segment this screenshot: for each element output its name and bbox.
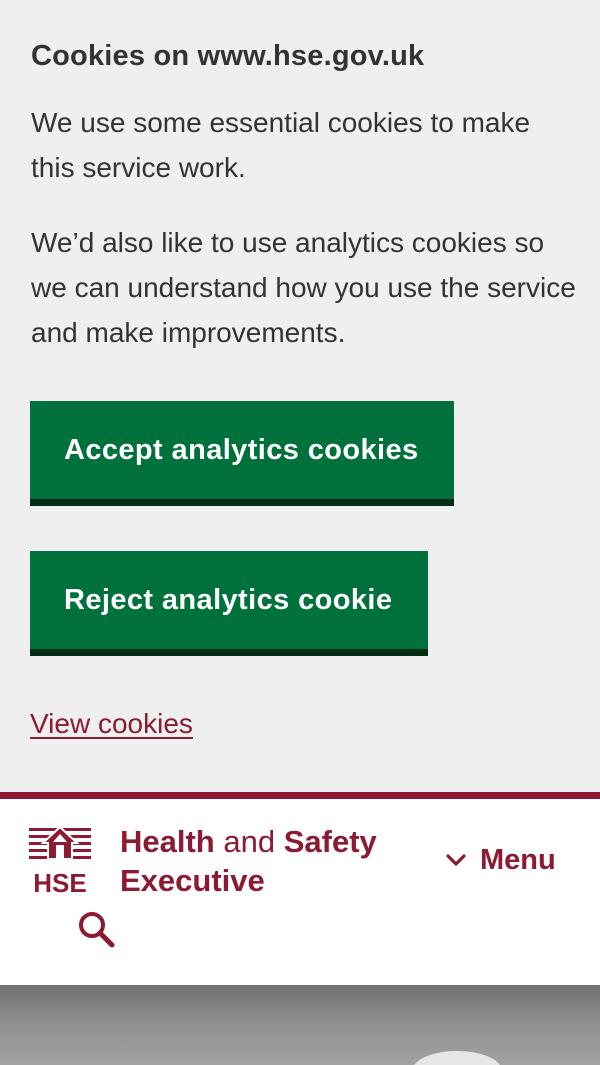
hero-image	[0, 985, 600, 1065]
organisation-name[interactable]: Health and Safety Executive	[120, 822, 377, 900]
menu-label: Menu	[480, 843, 556, 876]
reject-analytics-cookies-button[interactable]: Reject analytics cookie	[30, 551, 428, 649]
logo-mark-text: HSE	[33, 868, 86, 894]
hse-logo-icon[interactable]: HSE	[29, 826, 95, 894]
cookie-banner: Cookies on www.hse.gov.uk We use some es…	[0, 0, 600, 794]
accept-analytics-cookies-button[interactable]: Accept analytics cookies	[30, 401, 454, 499]
hero-image-figure	[412, 1051, 502, 1065]
chevron-down-icon	[446, 854, 466, 866]
cookie-banner-essential-text: We use some essential cookies to make th…	[31, 107, 531, 183]
search-icon	[79, 912, 115, 948]
org-name-executive: Executive	[120, 863, 265, 898]
org-name-health: Health	[120, 824, 215, 859]
brand-bar	[0, 792, 600, 799]
view-cookies-link[interactable]: View cookies	[30, 708, 193, 740]
cookie-banner-analytics-text: We’d also like to use analytics cookies …	[31, 227, 576, 348]
search-button[interactable]	[76, 909, 118, 951]
cookie-banner-title: Cookies on www.hse.gov.uk	[31, 40, 425, 72]
menu-button[interactable]: Menu	[444, 838, 556, 882]
org-name-safety: Safety	[283, 824, 377, 859]
org-name-and: and	[223, 824, 276, 859]
